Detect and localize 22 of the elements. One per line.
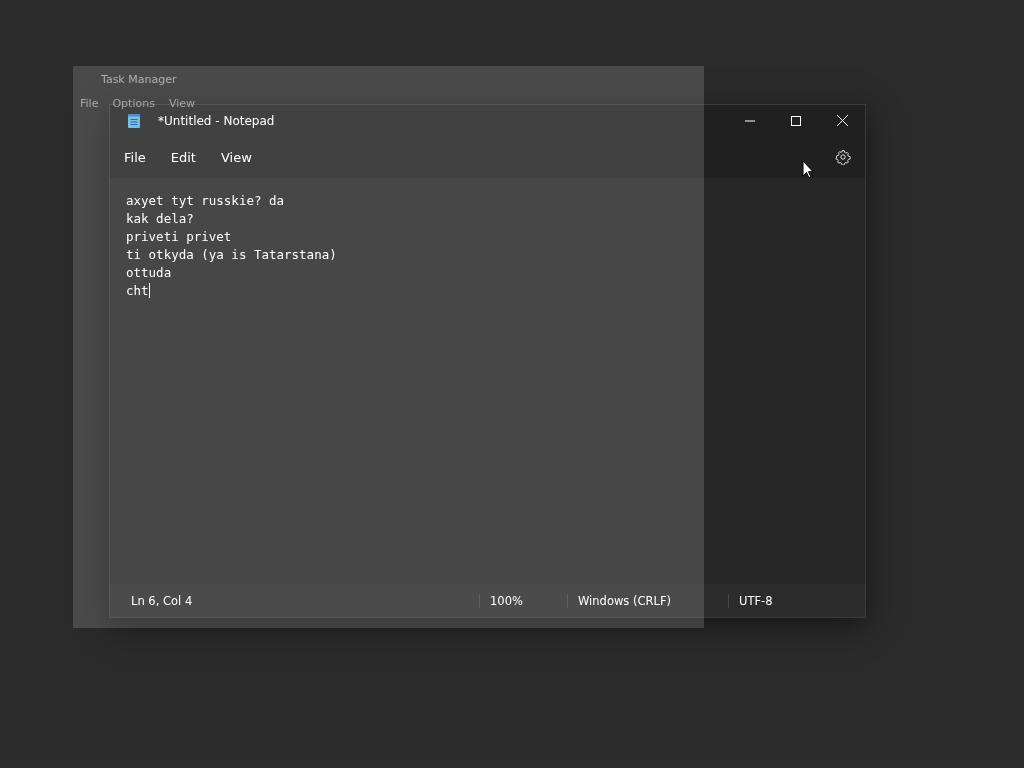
settings-button[interactable] xyxy=(835,149,851,165)
maximize-icon xyxy=(791,115,801,126)
window-title: Task Manager xyxy=(101,73,177,86)
text-line: ti otkyda (ya is Tatarstana) xyxy=(126,246,338,264)
text-line: axyet tyt russkie? da xyxy=(126,192,286,210)
close-icon xyxy=(836,115,848,126)
encoding: UTF-8 xyxy=(738,593,774,608)
pointer-icon xyxy=(802,160,814,179)
text-line: priveti privet xyxy=(126,228,233,246)
line-ending: Windows (CRLF) xyxy=(577,593,672,608)
menu-item[interactable]: View xyxy=(212,145,260,169)
settings-icon xyxy=(835,149,851,165)
menu-item[interactable]: Edit xyxy=(162,145,204,169)
notepad-icon xyxy=(127,112,141,129)
menu-item[interactable]: File xyxy=(116,145,154,169)
text-line: cht xyxy=(126,282,151,300)
zoom-level: 100% xyxy=(489,593,524,608)
window-title: *Untitled - Notepad xyxy=(158,113,275,128)
cursor-position: Ln 6, Col 4 xyxy=(130,593,194,608)
text-line: kak dela? xyxy=(126,210,195,228)
text-editor[interactable]: axyet tyt russkie? da kak dela? priveti privet ti otkyda (ya is Tatarstana) ottuda cht xyxy=(110,178,865,584)
text-line: ottuda xyxy=(126,264,173,282)
